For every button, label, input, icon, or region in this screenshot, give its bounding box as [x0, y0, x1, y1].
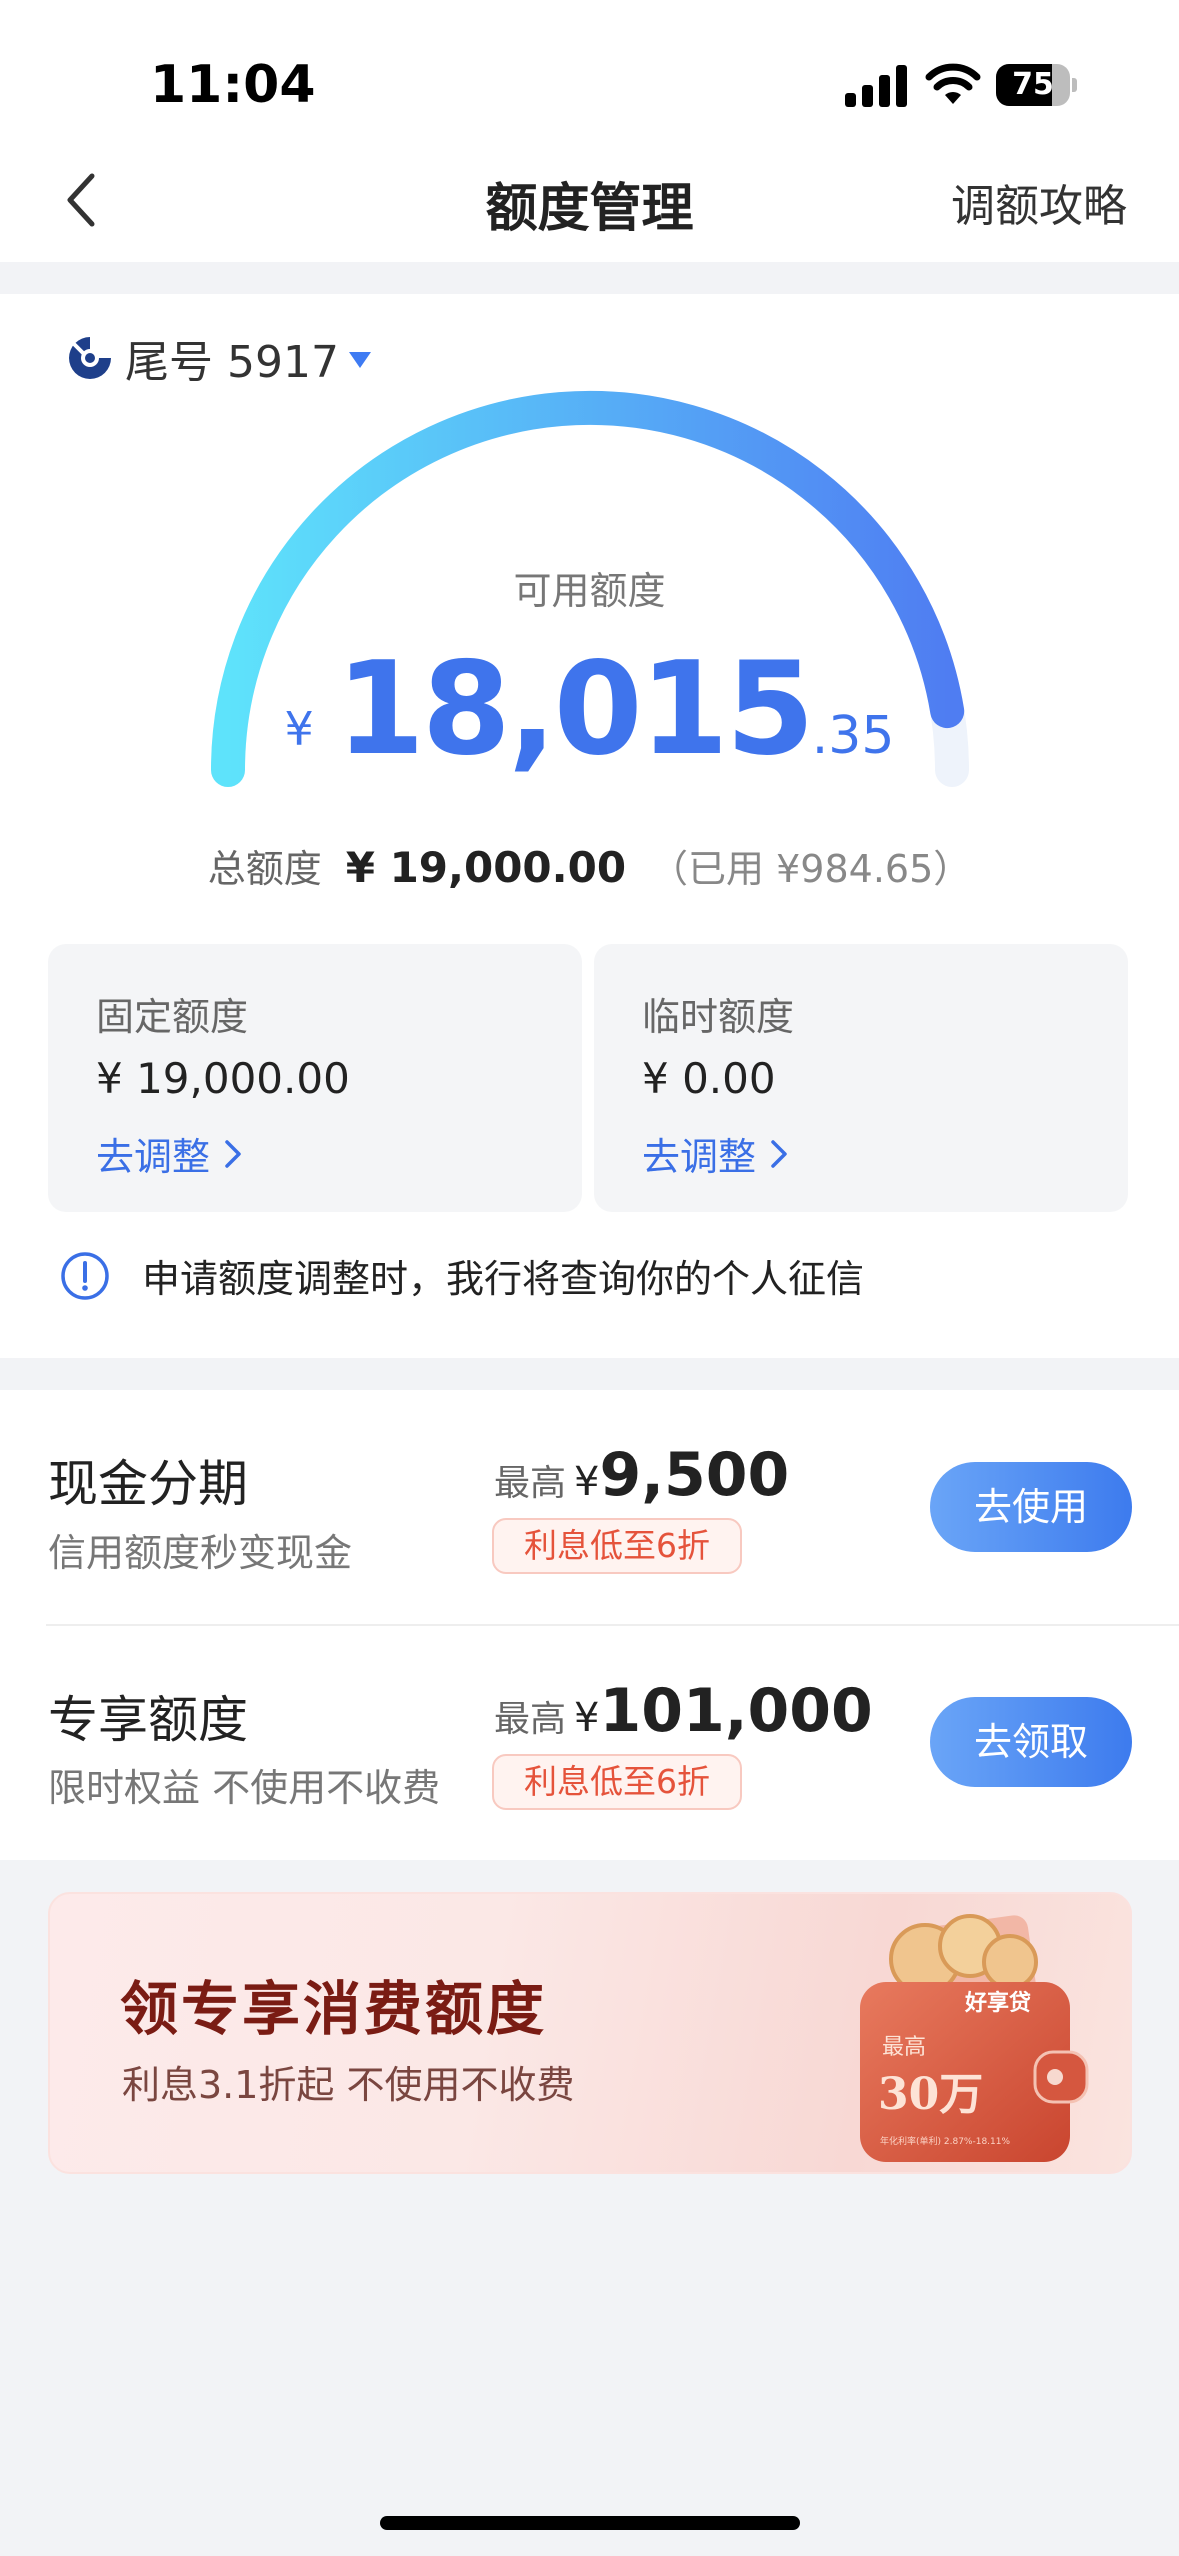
chevron-right-icon [771, 1139, 787, 1168]
battery-level: 75 [1012, 67, 1054, 102]
total-limit-line: 总额度 ¥ 19,000.00 （已用 ¥984.65） [0, 838, 1179, 893]
wallet-amount-text: 30万 [878, 2069, 983, 2120]
fixed-adjust-label: 去调整 [96, 1135, 211, 1179]
status-time: 11:04 [150, 55, 316, 115]
wallet-top-text: 最高 [882, 2035, 926, 2060]
wallet-illustration: 好享贷 最高 30万 年化利率(单利) 2.87%-18.11% [860, 1914, 1089, 2162]
max-prefix: 最高 [494, 1699, 567, 1740]
product-max-amount: 最高 ¥101,000 [494, 1676, 873, 1746]
currency-symbol: ¥ [574, 1695, 600, 1741]
temp-limit-box: 临时额度 ¥ 0.00 去调整 [594, 944, 1128, 1212]
divider [46, 1624, 1179, 1626]
credit-check-notice: 申请额度调整时，我行将查询你的个人征信 [60, 1248, 864, 1303]
product-max-amount: 最高 ¥9,500 [494, 1440, 789, 1510]
currency-symbol: ¥ [284, 702, 314, 756]
notice-text: 申请额度调整时，我行将查询你的个人征信 [142, 1257, 865, 1301]
fixed-limit-value: ¥ 19,000.00 [96, 1054, 350, 1103]
banner-subtitle: 利息3.1折起 不使用不收费 [122, 2063, 575, 2107]
limit-guide-link[interactable]: 调额攻略 [951, 170, 1127, 234]
used-amount: （已用 ¥984.65） [650, 847, 972, 891]
use-cash-installment-button[interactable]: 去使用 [930, 1462, 1132, 1552]
amount-integer: 18,015 [335, 635, 815, 784]
fixed-adjust-link[interactable]: 去调整 [96, 1126, 242, 1181]
available-limit-amount: ¥18,015.35 [0, 635, 1179, 784]
temp-adjust-link[interactable]: 去调整 [642, 1126, 788, 1181]
fixed-limit-box: 固定额度 ¥ 19,000.00 去调整 [48, 944, 582, 1212]
wifi-icon [925, 63, 981, 104]
interest-discount-tag: 利息低至6折 [492, 1754, 742, 1810]
wallet-note-text: 年化利率(单利) 2.87%-18.11% [880, 2135, 1010, 2147]
promo-banner[interactable]: 领专享消费额度 利息3.1折起 不使用不收费 好享贷 最高 30万 年化利率(单… [48, 1892, 1132, 2174]
wallet-brand-text: 好享贷 [964, 1990, 1031, 2016]
fixed-limit-label: 固定额度 [96, 995, 249, 1039]
temp-limit-value: ¥ 0.00 [642, 1054, 776, 1103]
max-value: 101,000 [599, 1676, 873, 1746]
total-limit-label: 总额度 [207, 847, 322, 891]
product-title: 专享额度 [48, 1691, 248, 1749]
max-value: 9,500 [599, 1440, 790, 1510]
temp-limit-label: 临时额度 [642, 995, 795, 1039]
available-limit-label: 可用额度 [513, 569, 666, 613]
amount-decimal: .35 [811, 706, 895, 766]
interest-discount-tag: 利息低至6折 [492, 1518, 742, 1574]
info-icon [61, 1251, 109, 1300]
total-limit-value: ¥ 19,000.00 [345, 843, 627, 892]
max-prefix: 最高 [494, 1463, 567, 1504]
dropdown-triangle-icon [348, 352, 371, 368]
signal-icon [845, 65, 907, 107]
temp-adjust-label: 去调整 [642, 1135, 757, 1179]
product-subtitle: 限时权益 不使用不收费 [48, 1766, 441, 1810]
home-indicator [380, 2516, 800, 2530]
product-subtitle: 信用额度秒变现金 [48, 1531, 353, 1575]
battery-icon: 75 [996, 64, 1077, 106]
bank-logo-icon [69, 337, 111, 379]
claim-exclusive-limit-button[interactable]: 去领取 [930, 1697, 1132, 1787]
chevron-right-icon [225, 1139, 241, 1168]
product-title: 现金分期 [48, 1455, 248, 1513]
banner-title: 领专享消费额度 [120, 1975, 548, 2043]
currency-symbol: ¥ [574, 1459, 600, 1505]
